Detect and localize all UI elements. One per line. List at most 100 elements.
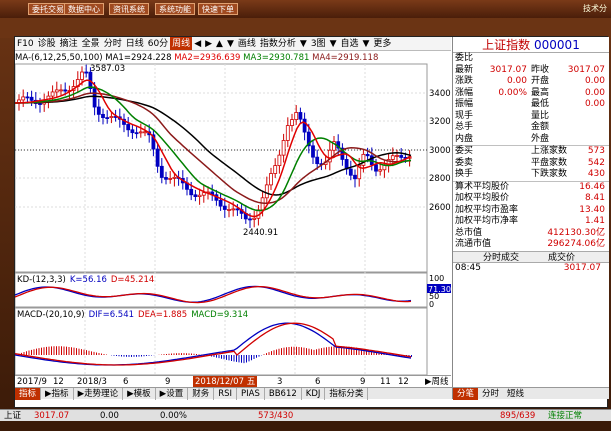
quote-label: 上涨家数 <box>531 146 568 156</box>
toolbar-item[interactable]: 画线 <box>236 37 258 50</box>
candle-body <box>390 155 395 160</box>
fin-label: 加权平均市净率 <box>455 216 519 226</box>
candle-body <box>134 132 139 135</box>
tab-category[interactable]: 指标分类 <box>325 388 369 400</box>
quote-label: 开盘 <box>531 76 550 86</box>
quote-panel-tabs: 分笔 分时 短线 <box>452 387 609 400</box>
quote-label: 委买 <box>455 146 474 156</box>
tab-intraday[interactable]: 分时 <box>478 388 503 400</box>
toolbar-item[interactable]: 60分 <box>146 37 170 50</box>
candle-body <box>248 218 252 221</box>
candle-body <box>84 71 89 74</box>
toolbar-item[interactable]: ▼ <box>298 37 309 50</box>
quote-label: 总手 <box>455 122 474 132</box>
toolbar-item[interactable]: F10 <box>15 37 36 50</box>
toolbar-item-active[interactable]: 周线 <box>170 37 193 50</box>
fin-label: 流通市值 <box>455 239 492 249</box>
titlebar-button-2[interactable]: 数据中心 <box>64 3 104 15</box>
candle-body <box>273 165 278 174</box>
candle-body <box>138 131 143 134</box>
candle-body <box>172 176 177 179</box>
quote-value: 3017.07 <box>489 64 527 75</box>
candle-body <box>378 169 383 172</box>
quote-value: 0.00 <box>584 76 605 86</box>
toolbar-item[interactable]: 摘注 <box>58 37 80 50</box>
quote-value: 0.00% <box>498 87 527 98</box>
tab[interactable]: PIAS <box>237 388 265 400</box>
candle-body <box>218 199 223 207</box>
quote-label: 涨跌 <box>455 76 474 86</box>
toolbar-item[interactable]: 日线 <box>124 37 146 50</box>
quote-label: 下跌家数 <box>531 169 568 179</box>
titlebar-button-5[interactable]: 快速下单 <box>198 3 238 15</box>
quote-row: 总手 金额 <box>453 122 609 134</box>
kline-chart-svg: 3587.03 2440.91 3400 3200 3000 2800 2600… <box>15 63 451 375</box>
titlebar: 委托交易 数据中心 资讯系统 系统功能 快速下单 技术分 <box>0 0 611 18</box>
candle-body <box>189 188 194 196</box>
candle-body <box>155 148 160 167</box>
tab[interactable]: ▶设置 <box>156 388 189 400</box>
tab[interactable]: BB612 <box>265 388 302 400</box>
candle-body <box>21 96 26 101</box>
candle-body <box>395 155 399 157</box>
candle-body <box>399 155 404 158</box>
y-tick: 2600 <box>429 203 451 213</box>
kd-legend: KD-(12,3,3) K=56.16 D=45.214 <box>17 275 154 285</box>
titlebar-button-1[interactable]: 委托交易 <box>28 3 68 15</box>
ma2-value: MA2=2936.639 <box>174 53 241 63</box>
candle-body <box>197 194 202 197</box>
toolbar-item[interactable]: ▼ <box>328 37 339 50</box>
quote-panel: 上证指数 000001 委比 最新 3017.07 昨收 3017.07 涨跌 0.00 开盘… <box>452 37 609 387</box>
candle-body <box>143 131 147 134</box>
tab[interactable]: RSI <box>214 388 238 400</box>
quote-row: 内盘 外盘 <box>453 134 609 146</box>
tab-ticks[interactable]: 分笔 <box>453 388 479 400</box>
quote-title: 上证指数 000001 <box>453 37 609 53</box>
toolbar-item[interactable]: 自选 <box>338 37 360 50</box>
tab[interactable]: ▶走势理论 <box>74 388 124 400</box>
tab[interactable]: ▶指标 <box>41 388 74 400</box>
quote-label: 外盘 <box>531 133 550 144</box>
tab-shortline[interactable]: 短线 <box>503 388 528 400</box>
fin-row: 流通市值 296274.06亿 <box>453 239 609 251</box>
toolbar-item[interactable]: ▼ <box>225 37 236 50</box>
candle-body <box>109 116 114 119</box>
tab[interactable]: 财务 <box>188 388 215 400</box>
toolbar-item[interactable]: ▼ <box>361 37 372 50</box>
toolbar-item[interactable]: ▶ <box>203 37 214 50</box>
kd-tick: 0 <box>429 300 434 309</box>
quote-label: 振幅 <box>455 99 474 109</box>
candle-body <box>264 184 269 199</box>
quote-label: 现手 <box>455 110 474 121</box>
toolbar-item[interactable]: 3图 <box>309 37 328 50</box>
main-y-axis: 3400 3200 3000 2800 2600 <box>429 89 451 213</box>
titlebar-button-4[interactable]: 系统功能 <box>155 3 195 15</box>
quote-value: 3017.07 <box>567 64 605 75</box>
toolbar-item[interactable]: 指数分析 <box>258 37 298 50</box>
toolbar-item[interactable]: 诊股 <box>36 37 58 50</box>
titlebar-button-3[interactable]: 资讯系统 <box>109 3 149 15</box>
candle-body <box>96 106 101 115</box>
toolbar-item[interactable]: 更多 <box>371 37 393 50</box>
candle-body <box>222 205 227 210</box>
toolbar-item[interactable]: 全景 <box>80 37 102 50</box>
candle-body <box>38 103 42 105</box>
candle-body <box>348 168 353 176</box>
chart-toolbar: F10 诊股 摘注 全景 分时 日线 60分 周线 ◀ ▶ ▲ ▼ 画线 指数分析 ▼ 3图 ▼ 自选 ▼ 更多 <box>15 37 451 51</box>
toolbar-item[interactable]: ◀ <box>192 37 203 50</box>
tab[interactable]: KDJ <box>302 388 326 400</box>
candle-body <box>315 156 320 165</box>
quote-label: 委卖 <box>455 157 474 168</box>
quote-label: 最低 <box>531 99 550 109</box>
tab[interactable]: ▶模板 <box>123 388 156 400</box>
toolbar-item[interactable]: ▲ <box>214 37 225 50</box>
toolbar-item[interactable]: 分时 <box>102 37 124 50</box>
candle-body <box>353 174 357 180</box>
tab-indicator[interactable]: 指标 <box>15 388 42 400</box>
x-axis: 2017/9 12 2018/3 6 9 2018/12/07 五 3 6 9 … <box>15 375 451 388</box>
quote-label: 换手 <box>455 169 474 179</box>
quote-label: 内盘 <box>455 133 474 144</box>
candle-body <box>101 113 105 118</box>
candle-body <box>164 177 168 180</box>
status-bar: 上证 3017.07 0.00 0.00% 573/430 895/639 连接… <box>0 409 611 421</box>
